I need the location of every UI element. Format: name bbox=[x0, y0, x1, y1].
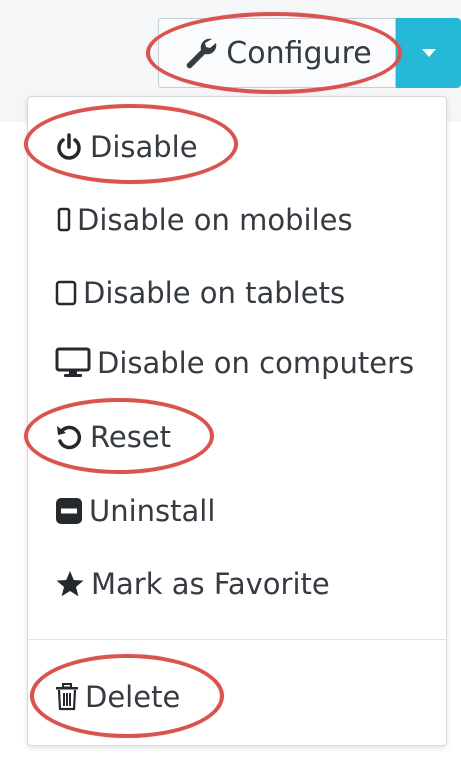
menu-item-label: Uninstall bbox=[89, 494, 216, 528]
mobile-icon bbox=[57, 207, 71, 233]
minus-square-icon bbox=[55, 497, 83, 525]
menu-divider bbox=[28, 639, 446, 640]
menu-item-disable[interactable]: Disable bbox=[28, 119, 461, 175]
menu-item-label: Mark as Favorite bbox=[91, 567, 330, 601]
menu-item-label: Delete bbox=[85, 680, 181, 714]
menu-item-disable-mobiles[interactable]: Disable on mobiles bbox=[28, 192, 461, 248]
configure-dropdown-menu: Disable Disable on mobiles Disable on ta… bbox=[27, 96, 447, 746]
menu-item-label: Disable on computers bbox=[97, 346, 415, 380]
configure-label: Configure bbox=[226, 35, 372, 71]
menu-item-uninstall[interactable]: Uninstall bbox=[28, 483, 461, 539]
menu-item-label: Disable on mobiles bbox=[77, 203, 353, 237]
configure-button[interactable]: Configure bbox=[158, 18, 396, 88]
tablet-icon bbox=[55, 280, 77, 306]
trash-icon bbox=[55, 683, 79, 711]
menu-item-disable-tablets[interactable]: Disable on tablets bbox=[28, 265, 461, 321]
menu-item-label: Disable bbox=[90, 130, 198, 164]
undo-icon bbox=[54, 422, 84, 452]
power-icon bbox=[54, 132, 84, 162]
menu-item-delete[interactable]: Delete bbox=[28, 669, 461, 725]
menu-item-label: Reset bbox=[90, 420, 172, 454]
configure-dropdown-toggle[interactable] bbox=[396, 18, 461, 88]
caret-down-icon bbox=[421, 49, 436, 57]
menu-item-disable-computers[interactable]: Disable on computers bbox=[28, 335, 461, 391]
star-icon bbox=[55, 569, 85, 599]
desktop-icon bbox=[55, 347, 91, 379]
menu-item-label: Disable on tablets bbox=[83, 276, 346, 310]
menu-item-mark-favorite[interactable]: Mark as Favorite bbox=[28, 556, 461, 612]
menu-item-reset[interactable]: Reset bbox=[28, 409, 461, 465]
wrench-icon bbox=[182, 35, 218, 71]
